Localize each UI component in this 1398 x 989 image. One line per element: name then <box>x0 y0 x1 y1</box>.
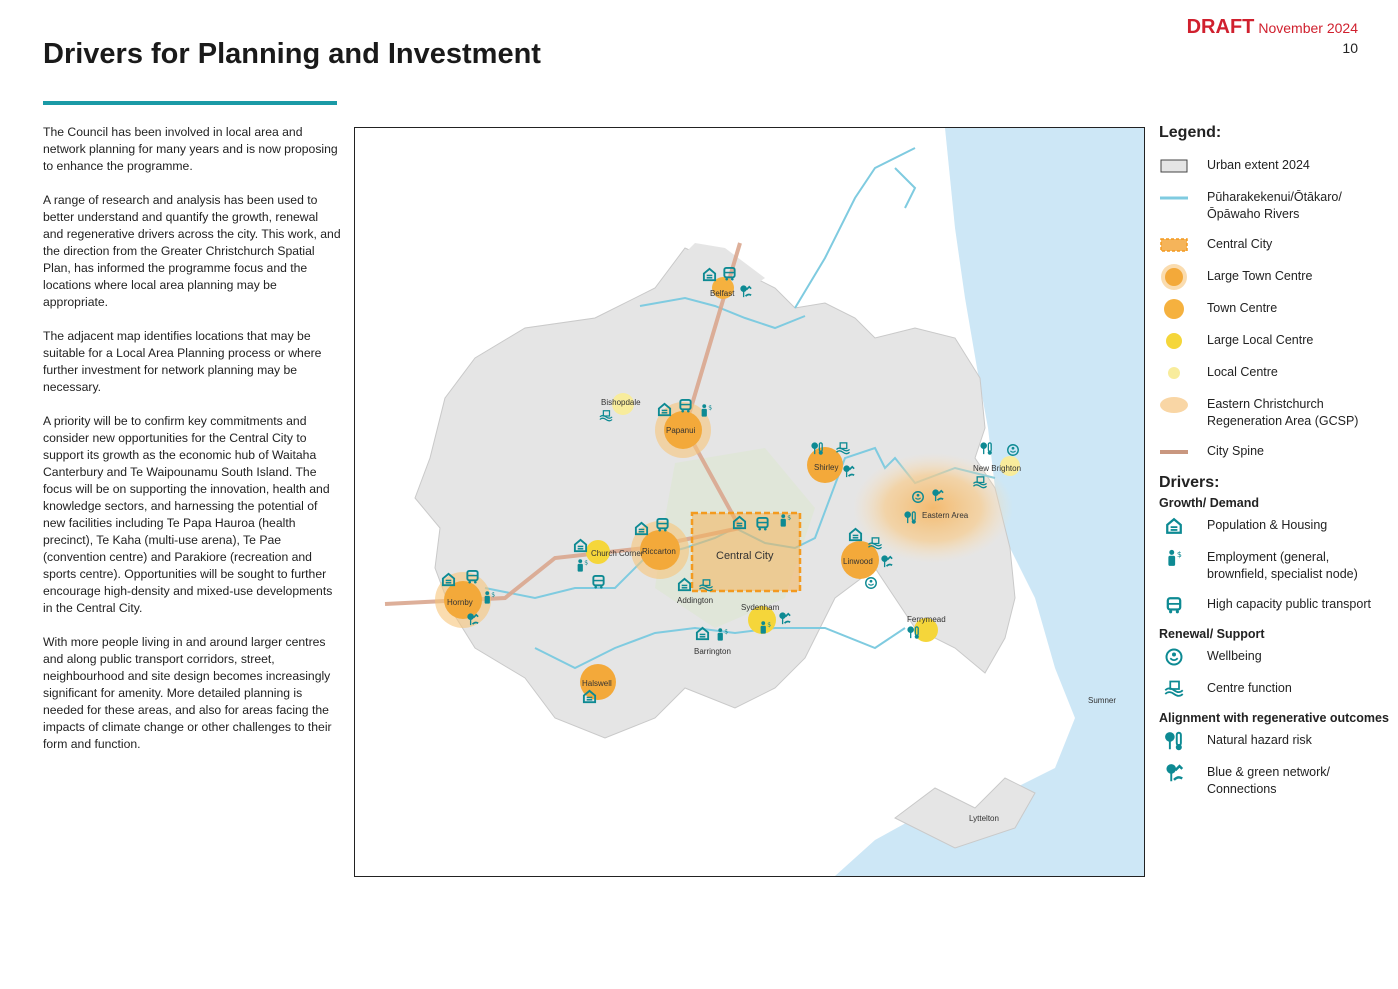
legend-label: Central City <box>1207 237 1273 251</box>
legend-item-blue-green: Blue & green network/ Connections <box>1159 763 1389 798</box>
label-hornby: Hornby <box>447 598 473 607</box>
draft-date: November 2024 <box>1258 20 1358 36</box>
legend-label: High capacity public transport <box>1207 597 1371 611</box>
label-bishopdale: Bishopdale <box>601 398 641 407</box>
legend-label: Pūharakekenui/Ōtākaro/ Ōpāwaho Rivers <box>1207 190 1342 221</box>
legend-item-centre-function: Centre function <box>1159 679 1389 699</box>
legend-label: Town Centre <box>1207 301 1278 315</box>
local-circle-icon <box>1159 363 1189 383</box>
legend-item-hazard: Natural hazard risk <box>1159 731 1389 751</box>
label-eastern-area: Eastern Area <box>922 511 969 520</box>
draft-label: DRAFT <box>1186 16 1255 38</box>
label-halswell: Halswell <box>582 679 612 688</box>
legend-label: Employment (general, brownfield, special… <box>1207 550 1358 581</box>
legend-item-transport: High capacity public transport <box>1159 595 1389 615</box>
legend-label: Urban extent 2024 <box>1207 158 1310 172</box>
legend-item-large-town: Large Town Centre <box>1159 264 1389 290</box>
legend-item-rivers: Pūharakekenui/Ōtākaro/ Ōpāwaho Rivers <box>1159 188 1389 223</box>
map-panel: $ <box>354 127 1145 877</box>
centre-function-icon <box>1159 679 1189 699</box>
town-circle-icon <box>1159 299 1189 319</box>
label-linwood: Linwood <box>843 557 873 566</box>
intro-paragraph: A range of research and analysis has bee… <box>43 193 341 309</box>
legend-item-population: Population & Housing <box>1159 516 1389 536</box>
legend: Legend: Urban extent 2024 Pūharakekenui/… <box>1159 124 1389 810</box>
legend-item-regeneration: Eastern Christchurch Regeneration Area (… <box>1159 395 1389 430</box>
draft-header: DRAFT November 2024 10 <box>1187 16 1358 56</box>
label-sydenham: Sydenham <box>741 603 780 612</box>
label-shirley: Shirley <box>814 463 838 472</box>
legend-item-employment: Employment (general, brownfield, special… <box>1159 548 1389 583</box>
large-local-circle-icon <box>1159 331 1189 351</box>
intro-paragraph: A priority will be to confirm key commit… <box>43 414 333 615</box>
spine-line-icon <box>1159 442 1189 462</box>
label-papanui: Papanui <box>666 426 696 435</box>
intro-text: The Council has been involved in local a… <box>43 124 341 770</box>
large-town-circle-icon <box>1159 264 1189 290</box>
drivers-title: Drivers: <box>1159 474 1220 491</box>
legend-title: Legend: <box>1159 124 1222 141</box>
legend-label: City Spine <box>1207 444 1264 458</box>
house-icon <box>1159 516 1189 536</box>
page-title: Drivers for Planning and Investment <box>43 38 541 70</box>
legend-item-town: Town Centre <box>1159 299 1389 319</box>
legend-label: Eastern Christchurch Regeneration Area (… <box>1207 397 1359 428</box>
legend-label: Wellbeing <box>1207 649 1262 663</box>
label-lyttelton: Lyttelton <box>969 814 999 823</box>
legend-label: Local Centre <box>1207 365 1278 379</box>
legend-item-urban-extent: Urban extent 2024 <box>1159 156 1389 176</box>
employment-icon <box>1159 548 1189 568</box>
intro-paragraph: With more people living in and around la… <box>43 635 332 751</box>
legend-item-wellbeing: Wellbeing <box>1159 647 1389 667</box>
legend-label: Large Local Centre <box>1207 333 1314 347</box>
legend-label: Centre function <box>1207 681 1292 695</box>
legend-item-large-local: Large Local Centre <box>1159 331 1389 351</box>
urban-extent-icon <box>1159 156 1189 176</box>
hazard-icon <box>1159 731 1189 751</box>
map-svg: $ <box>384 128 1144 876</box>
intro-paragraph: The adjacent map identifies locations th… <box>43 329 322 394</box>
wellbeing-icon <box>865 577 877 589</box>
label-ferrymead: Ferrymead <box>907 615 946 624</box>
label-sumner: Sumner <box>1088 696 1116 705</box>
label-addington: Addington <box>677 596 713 605</box>
river-line-icon <box>1159 188 1189 208</box>
blue-green-icon <box>1159 763 1189 783</box>
legend-item-central-city: Central City <box>1159 235 1389 255</box>
regeneration-blob-icon <box>1159 395 1189 415</box>
legend-label: Blue & green network/ Connections <box>1207 765 1330 796</box>
wellbeing-icon <box>1159 647 1189 667</box>
intro-paragraph: The Council has been involved in local a… <box>43 125 338 173</box>
legend-item-spine: City Spine <box>1159 442 1389 462</box>
renewal-title: Renewal/ Support <box>1159 627 1265 641</box>
label-riccarton: Riccarton <box>642 547 676 556</box>
legend-label: Population & Housing <box>1207 518 1328 532</box>
growth-title: Growth/ Demand <box>1159 496 1260 510</box>
legend-label: Natural hazard risk <box>1207 733 1312 747</box>
label-central-city: Central City <box>716 550 774 562</box>
label-belfast: Belfast <box>710 289 735 298</box>
label-new-brighton: New Brighton <box>973 464 1021 473</box>
label-barrington: Barrington <box>694 647 731 656</box>
title-rule <box>43 101 337 105</box>
legend-item-local: Local Centre <box>1159 363 1389 383</box>
central-city-hatch-icon <box>1159 235 1189 255</box>
alignment-title: Alignment with regenerative outcomes <box>1159 711 1389 725</box>
label-church-corner: Church Corner <box>591 549 644 558</box>
bus-icon <box>1159 595 1189 615</box>
legend-label: Large Town Centre <box>1207 269 1313 283</box>
page-number: 10 <box>1342 40 1358 56</box>
